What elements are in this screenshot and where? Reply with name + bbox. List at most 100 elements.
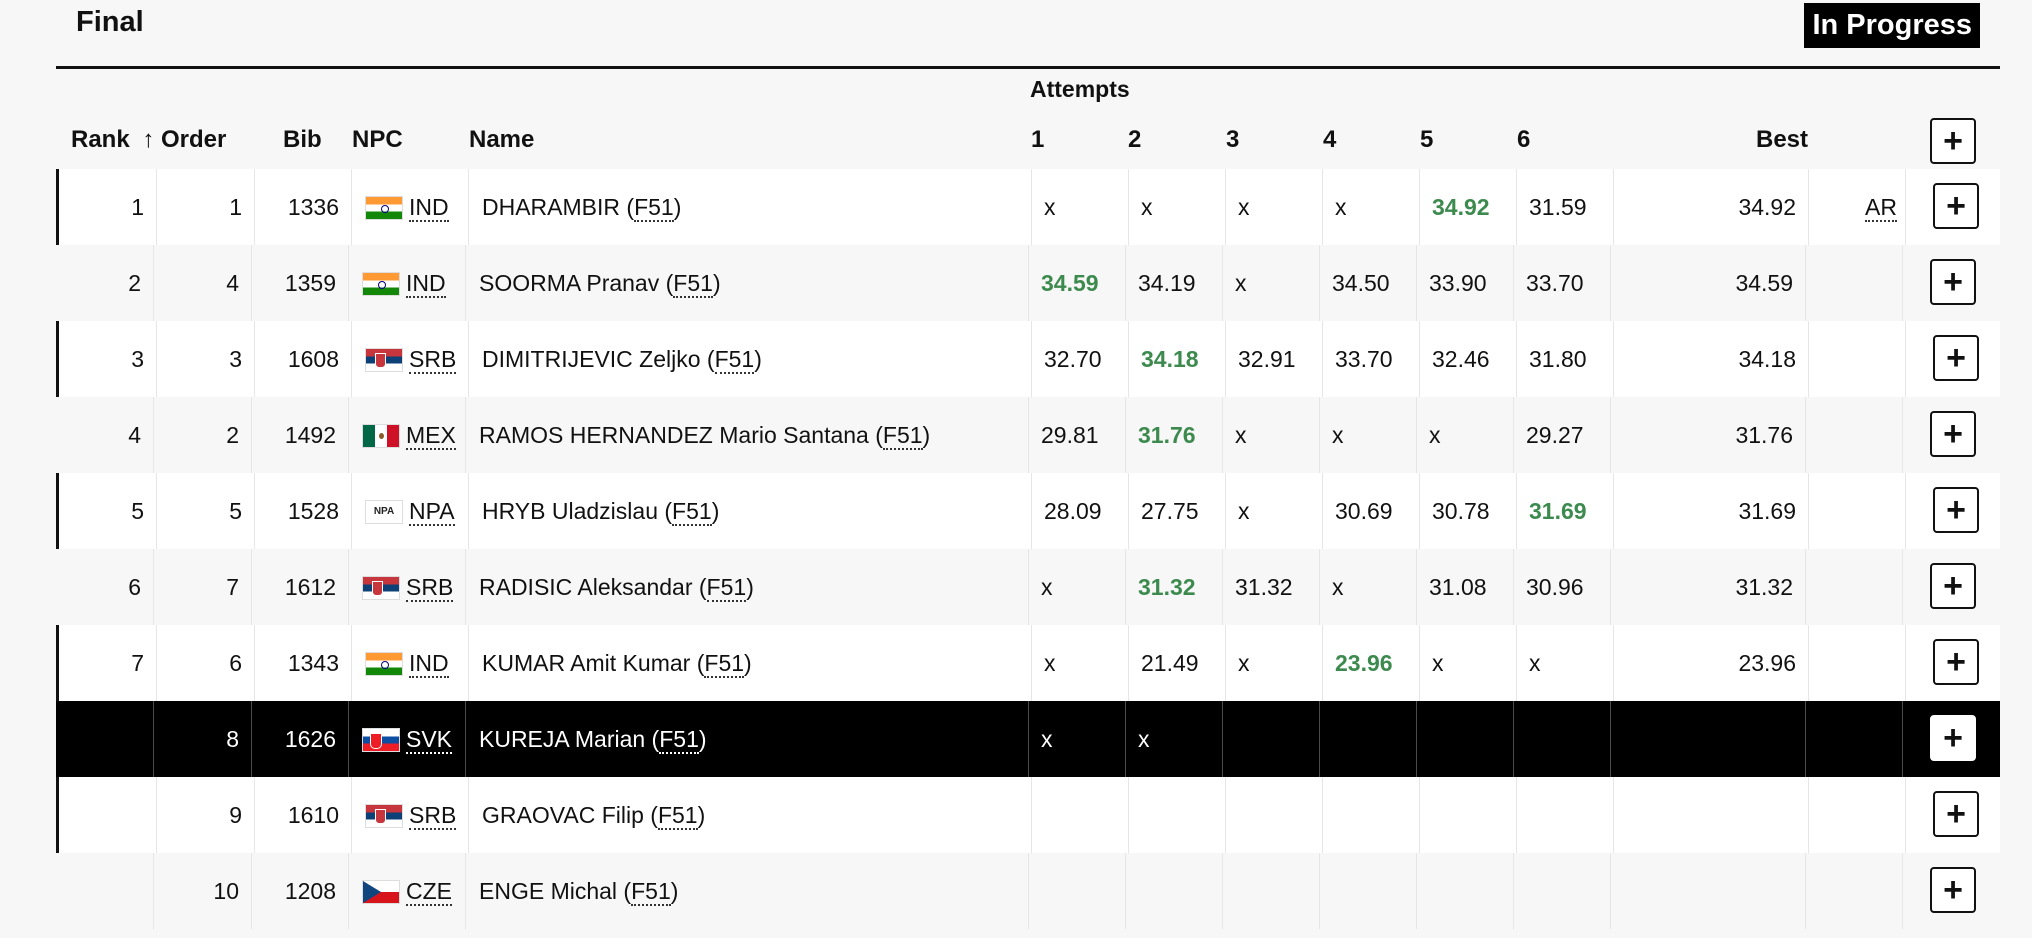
expand-row-button[interactable]: + (1930, 867, 1976, 913)
expand-row-button[interactable]: + (1933, 335, 1979, 381)
column-divider (1125, 549, 1126, 625)
expand-row-button[interactable]: + (1930, 715, 1976, 761)
sport-class[interactable]: F51 (882, 422, 923, 450)
npc-cell[interactable]: IND (406, 245, 446, 321)
column-divider (153, 245, 154, 321)
expand-row-button[interactable]: + (1933, 791, 1979, 837)
athlete-name: RAMOS HERNANDEZ Mario Santana (479, 422, 869, 448)
sport-class[interactable]: F51 (659, 726, 699, 754)
column-divider (1805, 853, 1806, 929)
attempt-6-cell: x (1529, 650, 1541, 676)
column-rank[interactable]: Rank ↑ (71, 126, 154, 154)
athlete-name-cell: KUREJA Marian (F51) (479, 726, 707, 754)
column-divider (351, 169, 352, 245)
sport-class[interactable]: F51 (706, 574, 747, 602)
column-divider (1905, 777, 1906, 853)
expand-all-button[interactable]: + (1930, 118, 1976, 164)
sport-class[interactable]: F51 (672, 498, 712, 526)
column-attempt-1: 1 (1031, 126, 1045, 153)
column-divider (1416, 245, 1417, 321)
athlete-name: SOORMA Pranav (479, 270, 660, 296)
table-row: 7 6 1343 IND KUMAR Amit Kumar (F51) x 21.49 x 23… (56, 625, 2000, 701)
attempt-5-cell: x (1429, 422, 1441, 448)
npc-cell[interactable]: SVK (406, 701, 453, 777)
athlete-name: HRYB Uladzislau (482, 498, 658, 524)
npc-cell[interactable]: SRB (409, 777, 457, 853)
npc-cell[interactable]: NPA (409, 473, 455, 549)
attempt-4-cell: 23.96 (1335, 650, 1393, 676)
attempt-2-cell: x (1141, 194, 1153, 220)
expand-row-button[interactable]: + (1930, 563, 1976, 609)
column-divider (1319, 701, 1320, 777)
bib-cell: 1492 (284, 422, 336, 448)
athlete-name-cell: SOORMA Pranav (F51) (479, 270, 721, 298)
column-divider (1902, 549, 1903, 625)
country-flag-icon (362, 728, 400, 752)
column-bib: Bib (283, 126, 322, 153)
column-divider (1128, 169, 1129, 245)
attempt-4-cell: 33.70 (1335, 346, 1393, 372)
npc-cell[interactable]: SRB (406, 549, 454, 625)
country-flag-icon (362, 576, 400, 600)
sport-class[interactable]: F51 (631, 878, 671, 906)
expand-row-button[interactable]: + (1930, 259, 1976, 305)
attempt-2-cell: 34.18 (1141, 346, 1199, 372)
column-divider (1905, 625, 1906, 701)
column-divider (251, 549, 252, 625)
column-attempt-6: 6 (1517, 126, 1531, 153)
column-divider (1808, 473, 1809, 549)
order-cell: 1 (229, 194, 242, 220)
column-divider (1805, 397, 1806, 473)
athlete-name: ENGE Michal (479, 878, 618, 904)
column-divider (348, 701, 349, 777)
attempt-1-cell: 34.59 (1041, 270, 1099, 296)
record-badge[interactable]: AR (1865, 169, 1897, 245)
sport-class[interactable]: F51 (704, 650, 745, 678)
npc-cell[interactable]: MEX (406, 397, 456, 473)
bib-cell: 1528 (287, 498, 339, 524)
column-divider (1031, 321, 1032, 397)
sport-class[interactable]: F51 (714, 346, 755, 374)
column-divider (156, 321, 157, 397)
rank-cell (59, 777, 144, 853)
column-divider (254, 473, 255, 549)
column-divider (1031, 625, 1032, 701)
column-divider (468, 169, 469, 245)
attempt-3-cell: 31.32 (1235, 574, 1293, 600)
column-divider (1613, 169, 1614, 245)
sport-class[interactable]: F51 (673, 270, 713, 298)
column-divider (1419, 321, 1420, 397)
column-divider (1028, 549, 1029, 625)
column-divider (348, 245, 349, 321)
sport-class[interactable]: F51 (657, 802, 698, 830)
expand-row-button[interactable]: + (1933, 487, 1979, 533)
attempt-3-cell: x (1238, 194, 1250, 220)
npc-cell[interactable]: IND (409, 169, 449, 245)
attempt-2-cell: 27.75 (1141, 498, 1199, 524)
order-cell: 4 (226, 270, 239, 296)
expand-row-button[interactable]: + (1933, 183, 1979, 229)
bib-cell: 1610 (287, 802, 339, 828)
column-divider (251, 701, 252, 777)
column-divider (465, 397, 466, 473)
npc-cell[interactable]: CZE (406, 853, 452, 929)
npc-cell[interactable]: IND (409, 625, 449, 701)
column-attempt-5: 5 (1420, 126, 1434, 153)
sport-class[interactable]: F51 (634, 194, 674, 222)
column-divider (1031, 473, 1032, 549)
column-divider (351, 777, 352, 853)
column-divider (1902, 701, 1903, 777)
column-divider (1610, 549, 1611, 625)
expand-row-button[interactable]: + (1933, 639, 1979, 685)
expand-row-button[interactable]: + (1930, 411, 1976, 457)
attempt-2-cell: 21.49 (1141, 650, 1199, 676)
column-divider (1222, 397, 1223, 473)
country-flag-icon (365, 804, 403, 828)
table-row: 5 5 1528 NPA NPA HRYB Uladzislau (F51) 28.09 27… (56, 473, 2000, 549)
column-divider (351, 473, 352, 549)
column-order: Order (161, 126, 227, 153)
column-divider (251, 245, 252, 321)
attempt-5-cell: 31.08 (1429, 574, 1487, 600)
npc-cell[interactable]: SRB (409, 321, 457, 397)
country-flag-icon: NPA (365, 500, 403, 524)
